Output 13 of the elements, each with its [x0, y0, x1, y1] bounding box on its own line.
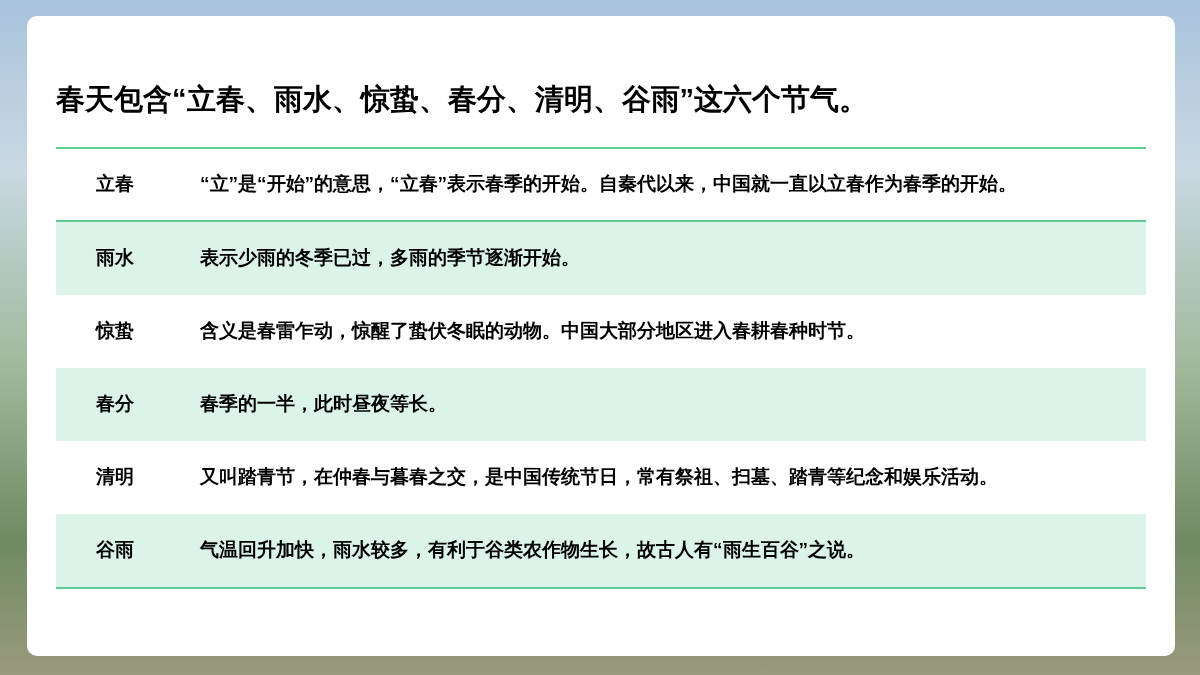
- term-cell: 惊蛰: [96, 320, 134, 342]
- description-cell-text: 含义是春雷乍动，惊醒了蛰伏冬眠的动物。中国大部分地区进入春耕春种时节。: [200, 319, 865, 344]
- description-cell-text: “立”是“开始”的意思，“立春”表示春季的开始。自秦代以来，中国就一直以立春作为春季的开始。: [200, 172, 1017, 197]
- description-cell-text: 表示少雨的冬季已过，多雨的季节逐渐开始。: [200, 246, 580, 271]
- term-cell: 春分: [96, 393, 134, 415]
- slide-title: 春天包含“立春、雨水、惊蛰、春分、清明、谷雨”这六个节气。: [56, 82, 869, 117]
- description-cell-text: 春季的一半，此时昼夜等长。: [200, 392, 447, 417]
- term-cell: 谷雨: [96, 539, 134, 561]
- term-cell: 清明: [96, 466, 134, 488]
- term-cell: 雨水: [96, 247, 134, 269]
- description-cell-text: 气温回升加快，雨水较多，有利于谷类农作物生长，故古人有“雨生百谷”之说。: [200, 538, 865, 563]
- term-cell: 立春: [96, 173, 134, 195]
- description-cell-text: 又叫踏青节，在仲春与暮春之交，是中国传统节日，常有祭祖、扫墓、踏青等纪念和娱乐活动。: [200, 465, 998, 490]
